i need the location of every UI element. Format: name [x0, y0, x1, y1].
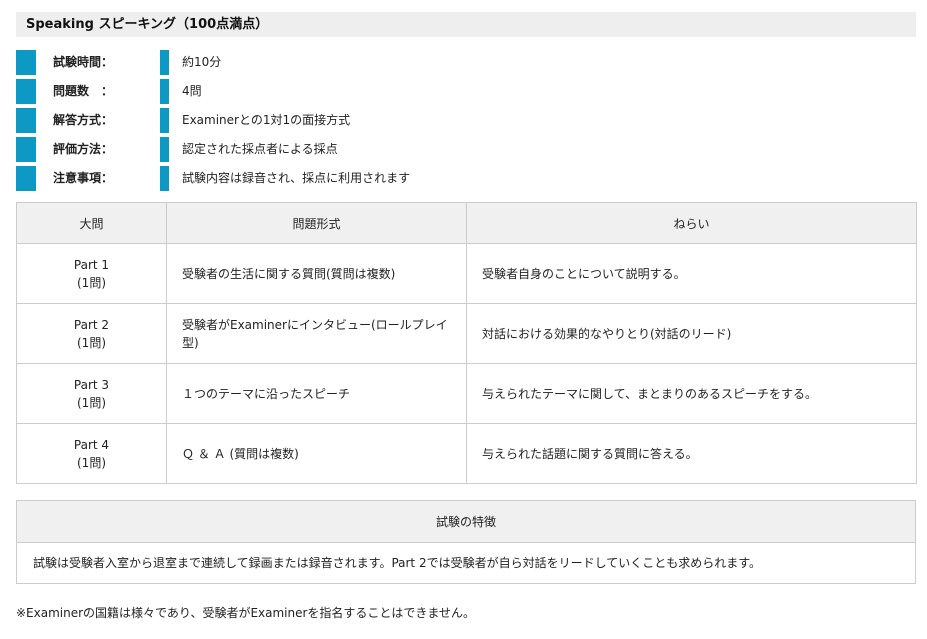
accent-marker	[16, 108, 36, 133]
info-label: 評価方法：	[53, 142, 114, 156]
accent-marker	[160, 137, 169, 162]
info-row-method: 解答方式： Examinerとの1対1の面接方式	[16, 108, 916, 133]
format-cell: 受験者がExaminerにインタビュー(ロールプレイ型)	[166, 303, 467, 364]
part-count: (1問)	[77, 335, 106, 350]
column-header: 大問	[16, 202, 167, 244]
parts-table: 大問 問題形式 ねらい Part 1 (1問) 受験者の生活に関する質問(質問は複…	[16, 202, 917, 484]
part-cell: Part 1 (1問)	[16, 243, 167, 304]
format-cell: 受験者の生活に関する質問(質問は複数)	[166, 243, 467, 304]
format-cell: Ｑ ＆ Ａ (質問は複数)	[166, 423, 467, 484]
table-row: Part 1 (1問) 受験者の生活に関する質問(質問は複数) 受験者自身のことに…	[16, 243, 917, 304]
part-name: Part 2	[73, 317, 110, 332]
column-header: ねらい	[466, 202, 917, 244]
info-value: 試験内容は録音され、採点に利用されます	[182, 171, 411, 185]
features-body: 試験は受験者入室から退室まで連続して録画または録音されます。Part 2では受験…	[33, 556, 762, 570]
accent-marker	[16, 137, 36, 162]
table-row: Part 3 (1問) １つのテーマに沿ったスピーチ 与えられたテーマに関して、ま…	[16, 363, 917, 424]
part-cell: Part 4 (1問)	[16, 423, 167, 484]
accent-marker	[16, 79, 36, 104]
info-value: 約10分	[182, 55, 222, 69]
part-count: (1問)	[77, 275, 106, 290]
accent-marker	[160, 50, 169, 75]
table-row: Part 4 (1問) Ｑ ＆ Ａ (質問は複数) 与えられた話題に関する質問に答…	[16, 423, 917, 484]
info-row-count: 問題数 ： 4問	[16, 79, 916, 104]
part-count: (1問)	[77, 395, 106, 410]
part-name: Part 4	[73, 437, 110, 452]
accent-marker	[160, 79, 169, 104]
part-count: (1問)	[77, 455, 106, 470]
aim-cell: 対話における効果的なやりとり(対話のリード)	[466, 303, 917, 364]
footnote: ※Examinerの国籍は様々であり、受験者がExaminerを指名することはで…	[16, 606, 476, 620]
info-row-evaluation: 評価方法： 認定された採点者による採点	[16, 137, 916, 162]
info-label: 試験時間：	[53, 55, 114, 69]
info-row-time: 試験時間： 約10分	[16, 50, 916, 75]
table-row: Part 2 (1問) 受験者がExaminerにインタビュー(ロールプレイ型) …	[16, 303, 917, 364]
info-value: Examinerとの1対1の面接方式	[182, 113, 351, 127]
info-value: 認定された採点者による採点	[182, 142, 338, 156]
info-label: 解答方式：	[53, 113, 114, 127]
aim-cell: 受験者自身のことについて説明する。	[466, 243, 917, 304]
features-title: 試験の特徴	[17, 501, 915, 543]
aim-cell: 与えられたテーマに関して、まとまりのあるスピーチをする。	[466, 363, 917, 424]
part-cell: Part 3 (1問)	[16, 363, 167, 424]
part-name: Part 3	[73, 377, 110, 392]
features-box: 試験の特徴 試験は受験者入室から退室まで連続して録画または録音されます。Part…	[16, 500, 916, 584]
part-cell: Part 2 (1問)	[16, 303, 167, 364]
exam-info-list: 試験時間： 約10分 問題数 ： 4問 解答方式： Examinerとの1対1の…	[16, 50, 916, 195]
info-label: 注意事項：	[53, 171, 114, 185]
aim-cell: 与えられた話題に関する質問に答える。	[466, 423, 917, 484]
accent-marker	[160, 166, 169, 191]
format-cell: １つのテーマに沿ったスピーチ	[166, 363, 467, 424]
info-label: 問題数 ：	[53, 84, 114, 98]
column-header: 問題形式	[166, 202, 467, 244]
accent-marker	[160, 108, 169, 133]
accent-marker	[16, 50, 36, 75]
part-name: Part 1	[73, 257, 110, 272]
section-title: Speaking スピーキング（100点満点）	[16, 12, 916, 37]
accent-marker	[16, 166, 36, 191]
info-row-notes: 注意事項： 試験内容は録音され、採点に利用されます	[16, 166, 916, 191]
info-value: 4問	[182, 84, 202, 98]
table-header-row: 大問 問題形式 ねらい	[16, 202, 917, 244]
